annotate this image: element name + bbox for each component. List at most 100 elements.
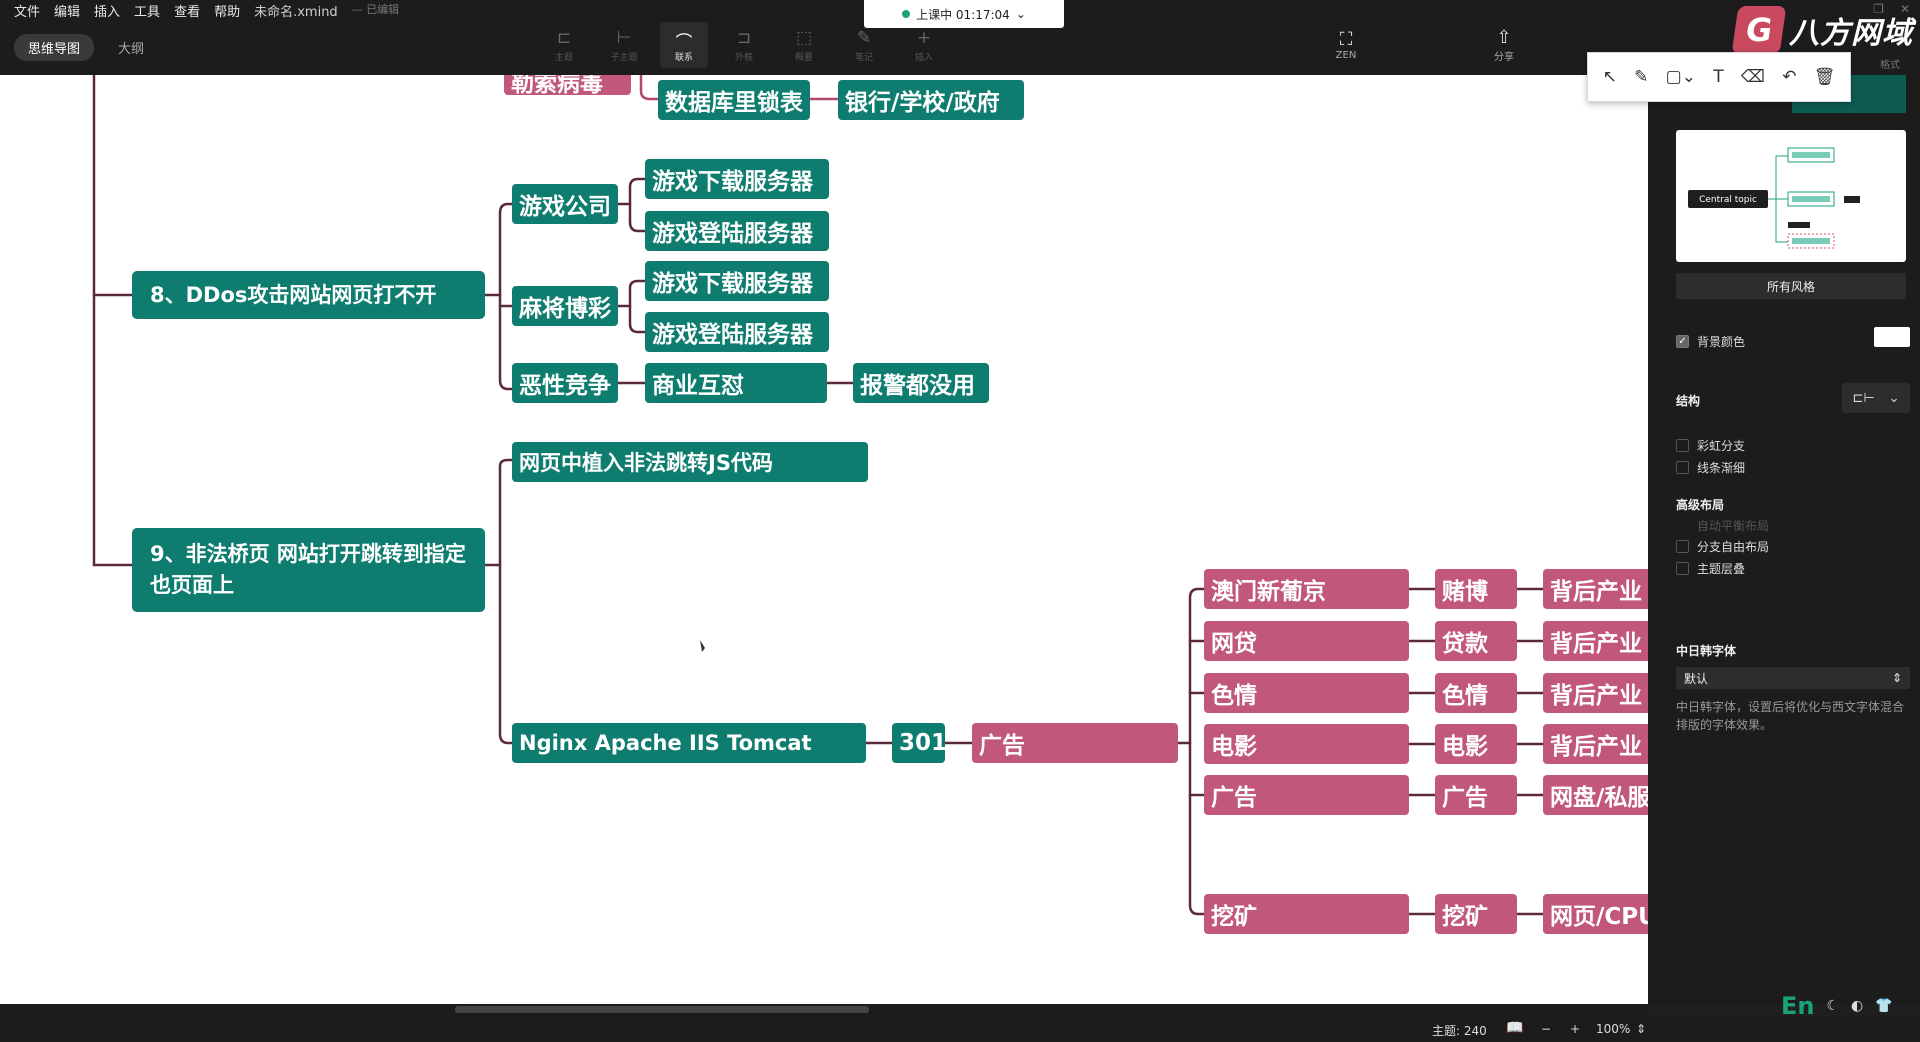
insert-button[interactable]: + 插入 bbox=[900, 22, 948, 68]
topic-behind-industry-4[interactable]: 背后产业 bbox=[1543, 724, 1648, 764]
topic-web-servers[interactable]: Nginx Apache IIS Tomcat bbox=[512, 723, 866, 763]
topic-game-login-2[interactable]: 游戏登陆服务器 bbox=[645, 312, 829, 352]
shirt-icon[interactable]: 👕 bbox=[1875, 998, 1892, 1014]
topic-movie-2[interactable]: 电影 bbox=[1435, 724, 1517, 764]
topic-js-redirect[interactable]: 网页中植入非法跳转JS代码 bbox=[512, 442, 868, 482]
topic-ad[interactable]: 广告 bbox=[972, 723, 1178, 763]
menu-edit[interactable]: 编辑 bbox=[54, 1, 80, 20]
topic-web-cpu[interactable]: 网页/CPU bbox=[1543, 894, 1648, 934]
zen-button[interactable]: ⛶ ZEN bbox=[1322, 22, 1370, 68]
topic-behind-industry-3[interactable]: 背后产业 bbox=[1543, 673, 1648, 713]
cjk-font-select[interactable]: 默认 ⇕ bbox=[1676, 667, 1910, 689]
topic-mining[interactable]: 挖矿 bbox=[1204, 894, 1409, 934]
menu-help[interactable]: 帮助 bbox=[214, 1, 240, 20]
topic-overlap-row[interactable]: 主题层叠 bbox=[1676, 560, 1745, 577]
updown-chevron-icon[interactable]: ⇕ bbox=[1636, 1022, 1646, 1036]
subtopic-label: 子主题 bbox=[610, 52, 638, 63]
input-method-en[interactable]: En bbox=[1781, 992, 1814, 1020]
close-icon[interactable]: ✕ bbox=[1900, 2, 1910, 16]
topic-game-login-1[interactable]: 游戏登陆服务器 bbox=[645, 211, 829, 251]
topic-overlap-checkbox[interactable] bbox=[1676, 562, 1689, 575]
format-tab[interactable]: 格式 bbox=[1880, 56, 1900, 71]
topic-police-useless[interactable]: 报警都没用 bbox=[853, 363, 989, 403]
free-layout-checkbox[interactable] bbox=[1676, 540, 1689, 553]
topic-bank-school-gov[interactable]: 银行/学校/政府 bbox=[838, 80, 1024, 120]
rainbow-branch-label: 彩虹分支 bbox=[1697, 439, 1746, 453]
mindmap-canvas[interactable]: 勒索病毒 数据库里锁表 银行/学校/政府 8、DDos攻击网站网页打不开 游戏公… bbox=[0, 75, 1648, 1004]
halfwidth-icon[interactable]: ◐ bbox=[1851, 998, 1863, 1014]
topic-gambling[interactable]: 赌博 bbox=[1435, 569, 1517, 609]
topic-macau[interactable]: 澳门新葡京 bbox=[1204, 569, 1409, 609]
free-layout-row[interactable]: 分支自由布局 bbox=[1676, 538, 1769, 555]
zoom-level[interactable]: 100% bbox=[1596, 1022, 1630, 1036]
zoom-out-button[interactable]: − bbox=[1541, 1022, 1551, 1036]
all-styles-button[interactable]: 所有风格 bbox=[1676, 273, 1906, 299]
summary-button[interactable]: ⬚ 概要 bbox=[780, 22, 828, 68]
menu-view[interactable]: 查看 bbox=[174, 1, 200, 20]
topic-301[interactable]: 301 bbox=[892, 723, 945, 763]
rectangle-icon[interactable]: ▢⌄ bbox=[1666, 67, 1696, 87]
topic-db-lock[interactable]: 数据库里锁表 bbox=[658, 80, 810, 120]
trash-icon[interactable]: 🗑 bbox=[1814, 67, 1836, 87]
topic-game-download-2[interactable]: 游戏下载服务器 bbox=[645, 261, 829, 301]
topic-game-company[interactable]: 游戏公司 bbox=[512, 184, 618, 224]
session-indicator[interactable]: 上课中 01:17:04 ⌄ bbox=[864, 0, 1064, 28]
subtopic-button[interactable]: ⊢ 子主题 bbox=[600, 22, 648, 68]
topic-movie[interactable]: 电影 bbox=[1204, 724, 1409, 764]
line-taper-row[interactable]: 线条渐细 bbox=[1676, 459, 1745, 476]
topic-porn[interactable]: 色情 bbox=[1204, 673, 1409, 713]
topic-behind-industry-1[interactable]: 背后产业 bbox=[1543, 569, 1648, 609]
topic-mahjong[interactable]: 麻将博彩 bbox=[512, 286, 618, 326]
structure-select[interactable]: ⊏⊢ ⌄ bbox=[1842, 383, 1910, 413]
topic-porn-2[interactable]: 色情 bbox=[1435, 673, 1517, 713]
text-icon[interactable]: T bbox=[1713, 67, 1723, 87]
undo-icon[interactable]: ↶ bbox=[1782, 67, 1796, 87]
rainbow-branch-row[interactable]: 彩虹分支 bbox=[1676, 437, 1745, 454]
topic-loan[interactable]: 贷款 bbox=[1435, 621, 1517, 661]
style-preview[interactable]: Central topic bbox=[1676, 130, 1906, 262]
zoom-in-button[interactable]: + bbox=[1570, 1022, 1580, 1036]
share-button[interactable]: ⇧ 分享 bbox=[1480, 22, 1528, 68]
menu-file[interactable]: 文件 bbox=[14, 1, 40, 20]
bg-color-swatch[interactable] bbox=[1874, 327, 1910, 347]
topic-ad-2[interactable]: 广告 bbox=[1204, 775, 1409, 815]
topic-button[interactable]: ⊏ 主题 bbox=[540, 22, 588, 68]
menu-insert[interactable]: 插入 bbox=[94, 1, 120, 20]
book-icon[interactable]: 📖 bbox=[1506, 1020, 1523, 1036]
plus-icon: + bbox=[916, 27, 932, 48]
share-label: 分享 bbox=[1494, 52, 1514, 63]
topic-illegal-bridge-page[interactable]: 9、非法桥页 网站打开跳转到指定也页面上 bbox=[132, 528, 485, 612]
topic-online-loan[interactable]: 网贷 bbox=[1204, 621, 1409, 661]
topic-business-feud[interactable]: 商业互怼 bbox=[645, 363, 827, 403]
menu-tools[interactable]: 工具 bbox=[134, 1, 160, 20]
topic-behind-industry-2[interactable]: 背后产业 bbox=[1543, 621, 1648, 661]
topic-netdisk[interactable]: 网盘/私服 bbox=[1543, 775, 1648, 815]
topic-ddos[interactable]: 8、DDos攻击网站网页打不开 bbox=[132, 271, 485, 319]
restore-icon[interactable]: ❐ bbox=[1873, 2, 1884, 16]
chevron-down-icon: ⌄ bbox=[1015, 7, 1026, 21]
topic-ad-3[interactable]: 广告 bbox=[1435, 775, 1517, 815]
rainbow-branch-checkbox[interactable] bbox=[1676, 439, 1689, 452]
bg-color-row[interactable]: ✓ 背景颜色 bbox=[1676, 333, 1745, 350]
topic-game-download-1[interactable]: 游戏下载服务器 bbox=[645, 159, 829, 199]
topic-ransomware[interactable]: 勒索病毒 bbox=[504, 75, 631, 95]
auto-balance-row: 自动平衡布局 bbox=[1697, 517, 1769, 534]
relationship-button[interactable]: ⌒ 联系 bbox=[660, 22, 708, 68]
pen-icon[interactable]: ✎ bbox=[1634, 67, 1648, 87]
line-taper-checkbox[interactable] bbox=[1676, 461, 1689, 474]
tab-mindmap[interactable]: 思维导图 bbox=[14, 34, 95, 61]
eraser-icon[interactable]: ⌫ bbox=[1741, 67, 1765, 87]
annotation-toolbar: ↖ ✎ ▢⌄ T ⌫ ↶ 🗑 bbox=[1587, 52, 1851, 102]
pointer-icon[interactable]: ↖ bbox=[1603, 67, 1617, 87]
topic-malicious-competition[interactable]: 恶性竞争 bbox=[512, 363, 618, 403]
tab-outline[interactable]: 大纲 bbox=[104, 34, 158, 61]
notes-button[interactable]: ✎ 笔记 bbox=[840, 22, 888, 68]
boundary-button[interactable]: ⊐ 外框 bbox=[720, 22, 768, 68]
horizontal-scrollbar[interactable] bbox=[455, 1006, 869, 1013]
bg-color-checkbox[interactable]: ✓ bbox=[1676, 335, 1689, 348]
save-state-text: 已编辑 bbox=[366, 3, 400, 16]
moon-icon[interactable]: ☾ bbox=[1826, 998, 1839, 1014]
topic-mining-2[interactable]: 挖矿 bbox=[1435, 894, 1517, 934]
view-tabs: 思维导图 大纲 bbox=[14, 34, 158, 61]
structure-icon: ⊏⊢ bbox=[1852, 390, 1875, 406]
